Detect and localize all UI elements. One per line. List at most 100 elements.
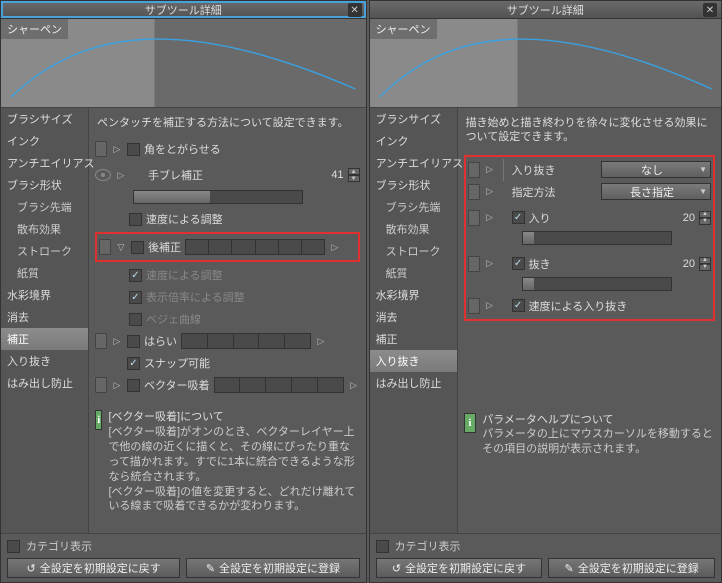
sidebar-item[interactable]: ブラシ形状 [370, 174, 457, 196]
drag-handle[interactable] [95, 333, 107, 349]
titlebar[interactable]: サブツール詳細 ✕ [370, 1, 721, 19]
drag-handle[interactable] [99, 239, 111, 255]
reset-icon: ↺ [392, 562, 401, 575]
sidebar-item[interactable]: アンチエイリアス [370, 152, 457, 174]
spinner[interactable]: ▲▼ [699, 211, 711, 225]
expand-icon[interactable]: ▷ [111, 335, 123, 347]
info-body: パラメータの上にマウスカーソルを移動するとその項目の説明が表示されます。 [482, 427, 715, 457]
drag-handle[interactable] [468, 184, 480, 200]
dropdown-method[interactable]: 長さ指定 [601, 183, 711, 200]
expand-icon[interactable]: ▷ [484, 258, 496, 270]
sidebar-item[interactable]: ブラシ形状 [1, 174, 88, 196]
reset-all-button[interactable]: ↺全設定を初期設定に戻す [7, 558, 180, 578]
checkbox[interactable] [129, 291, 142, 304]
expand-icon[interactable]: ▷ [484, 300, 496, 312]
sidebar-item[interactable]: 補正 [370, 328, 457, 350]
expand-icon[interactable]: ▷ [315, 335, 327, 347]
category-sidebar: ブラシサイズインクアンチエイリアスブラシ形状ブラシ先端散布効果ストローク紙質水彩… [370, 108, 458, 533]
checkbox[interactable] [127, 335, 140, 348]
sidebar-item[interactable]: 紙質 [1, 262, 88, 284]
close-icon[interactable]: ✕ [703, 3, 717, 17]
expand-icon[interactable]: ▷ [111, 379, 123, 391]
drag-handle[interactable] [468, 162, 480, 178]
checkbox-category[interactable] [7, 540, 20, 553]
expand-icon[interactable]: ▷ [111, 143, 123, 155]
row-label: ベジェ曲線 [146, 311, 201, 327]
info-block: i [ベクター吸着]について [ベクター吸着]がオンのとき、ベクターレイヤー上で… [95, 410, 360, 514]
slider[interactable] [522, 277, 672, 291]
checkbox[interactable] [512, 257, 525, 270]
reset-all-button[interactable]: ↺全設定を初期設定に戻す [376, 558, 543, 578]
spinner[interactable]: ▲▼ [699, 257, 711, 271]
save-all-button[interactable]: ✎全設定を初期設定に登録 [548, 558, 715, 578]
checkbox[interactable] [512, 211, 525, 224]
sidebar-item[interactable]: はみ出し防止 [1, 372, 88, 394]
save-all-button[interactable]: ✎全設定を初期設定に登録 [186, 558, 359, 578]
sidebar-item[interactable]: アンチエイリアス [1, 152, 88, 174]
sidebar-item[interactable]: 補正 [1, 328, 88, 350]
sidebar-item[interactable]: はみ出し防止 [370, 372, 457, 394]
checkbox-category[interactable] [376, 540, 389, 553]
expand-icon[interactable]: ▷ [115, 169, 127, 181]
drag-handle[interactable] [468, 298, 480, 314]
sidebar-item[interactable]: 水彩境界 [370, 284, 457, 306]
visibility-icon[interactable] [95, 169, 111, 181]
expand-icon[interactable]: ▷ [348, 379, 360, 391]
close-icon[interactable]: ✕ [348, 3, 362, 17]
sidebar-item[interactable]: 散布効果 [1, 218, 88, 240]
window-title: サブツール詳細 [507, 2, 584, 18]
sidebar-item[interactable]: ブラシサイズ [370, 108, 457, 130]
sidebar-item[interactable]: ストローク [1, 240, 88, 262]
spinner[interactable]: ▲▼ [348, 168, 360, 182]
checkbox[interactable] [127, 143, 140, 156]
category-toggle-label: カテゴリ表示 [26, 538, 92, 554]
sidebar-item[interactable]: 消去 [370, 306, 457, 328]
save-icon: ✎ [206, 562, 215, 575]
expand-icon[interactable]: ▷ [484, 212, 496, 224]
panel-right: サブツール詳細 ✕ シャーペン ブラシサイズインクアンチエイリアスブラシ形状ブラ… [369, 0, 722, 583]
titlebar[interactable]: サブツール詳細 ✕ [1, 1, 366, 19]
category-description: ペンタッチを補正する方法について設定できます。 [95, 112, 360, 138]
sidebar-item[interactable]: 消去 [1, 306, 88, 328]
drag-handle[interactable] [95, 377, 107, 393]
save-icon: ✎ [565, 562, 574, 575]
row-label: 角をとがらせる [144, 141, 221, 157]
category-sidebar: ブラシサイズインクアンチエイリアスブラシ形状ブラシ先端散布効果ストローク紙質水彩… [1, 108, 89, 533]
category-toggle-label: カテゴリ表示 [395, 538, 461, 554]
sidebar-item[interactable]: ブラシ先端 [370, 196, 457, 218]
checkbox[interactable] [512, 299, 525, 312]
checkbox[interactable] [129, 213, 142, 226]
level-bar[interactable] [214, 377, 344, 393]
sidebar-item[interactable]: 入り抜き [370, 350, 457, 372]
level-bar[interactable] [185, 239, 325, 255]
checkbox[interactable] [131, 241, 144, 254]
sidebar-item[interactable]: ストローク [370, 240, 457, 262]
sidebar-item[interactable]: ブラシサイズ [1, 108, 88, 130]
dropdown-irinuki[interactable]: なし [601, 161, 711, 178]
value: 41 [322, 169, 344, 181]
info-icon: i [95, 410, 102, 430]
row-label: 表示倍率による調整 [146, 289, 245, 305]
sidebar-item[interactable]: インク [1, 130, 88, 152]
sidebar-item[interactable]: ブラシ先端 [1, 196, 88, 218]
drag-handle[interactable] [95, 141, 107, 157]
sidebar-item[interactable]: 水彩境界 [1, 284, 88, 306]
sidebar-item[interactable]: 紙質 [370, 262, 457, 284]
collapse-icon[interactable]: ▽ [115, 241, 127, 253]
expand-icon[interactable]: ▷ [329, 241, 341, 253]
expand-icon[interactable]: ▷ [484, 164, 496, 176]
drag-handle[interactable] [468, 256, 480, 272]
slider[interactable] [133, 190, 303, 204]
sidebar-item[interactable]: インク [370, 130, 457, 152]
slider[interactable] [522, 231, 672, 245]
sidebar-item[interactable]: 散布効果 [370, 218, 457, 240]
level-bar[interactable] [181, 333, 311, 349]
sidebar-item[interactable]: 入り抜き [1, 350, 88, 372]
row-label: 入り抜き [512, 162, 556, 178]
checkbox[interactable] [129, 313, 142, 326]
checkbox[interactable] [127, 379, 140, 392]
drag-handle[interactable] [468, 210, 480, 226]
checkbox[interactable] [129, 269, 142, 282]
expand-icon[interactable]: ▷ [484, 186, 496, 198]
checkbox[interactable] [127, 357, 140, 370]
